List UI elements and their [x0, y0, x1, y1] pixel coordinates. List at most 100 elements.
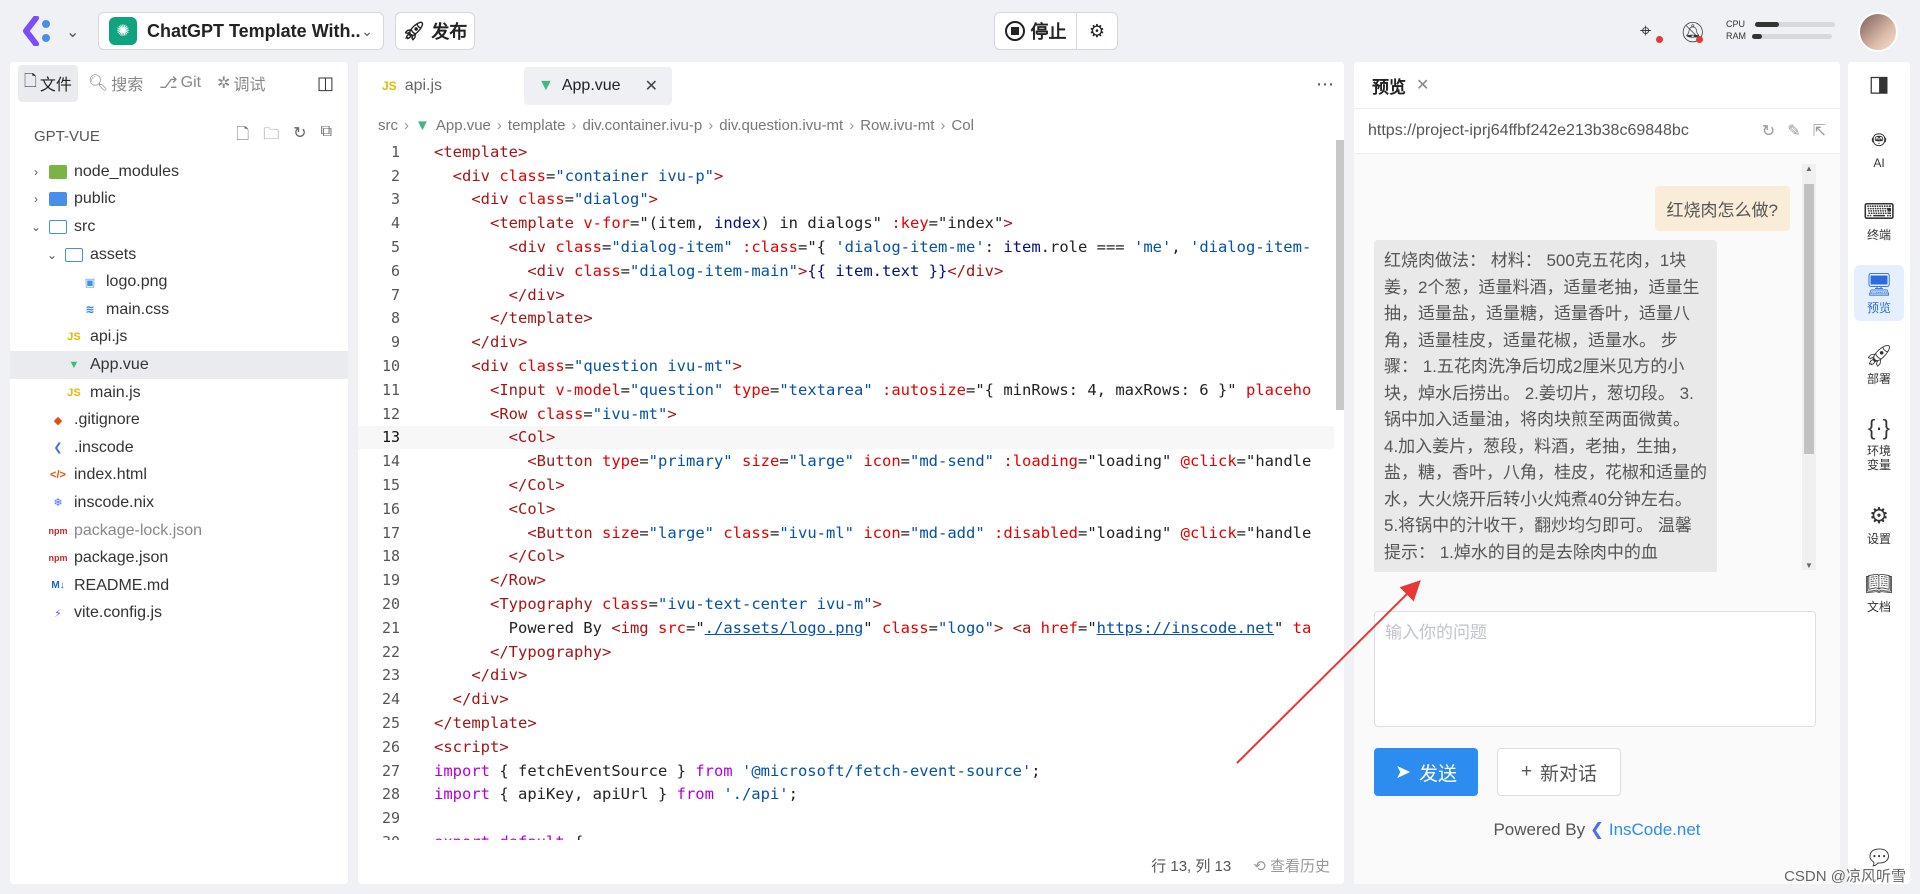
code-line[interactable]: 2 <div class="container ivu-p">	[358, 164, 1334, 188]
code-line[interactable]: 16 <Col>	[358, 497, 1334, 521]
breadcrumb-item[interactable]: src	[378, 117, 398, 134]
file-tree-item[interactable]: ◆ .gitignore	[10, 406, 348, 434]
code-line[interactable]: 30export default {	[358, 830, 1334, 840]
breadcrumb-item[interactable]: App.vue	[436, 117, 491, 134]
tab-api-js[interactable]: JS api.js	[368, 67, 516, 105]
tab-app-vue[interactable]: ▼ App.vue ✕	[524, 67, 672, 105]
new-chat-button[interactable]: + 新对话	[1497, 748, 1621, 796]
stop-button[interactable]: 停止	[995, 13, 1077, 49]
code-line[interactable]: 23 </div>	[358, 664, 1334, 688]
file-tree-item[interactable]: M↓ README.md	[10, 572, 348, 600]
file-tree-item[interactable]: npm package-lock.json	[10, 517, 348, 545]
file-tree-item[interactable]: ⌄ src	[10, 213, 348, 241]
chevron-down-icon[interactable]: ⌄	[66, 22, 79, 42]
tab-files[interactable]: 🗋︎ 文件	[18, 64, 78, 102]
editor-scrollbar[interactable]	[1336, 140, 1344, 410]
file-tree-item[interactable]: ⚡ vite.config.js	[10, 600, 348, 628]
scroll-up-icon[interactable]: ▲	[1805, 164, 1813, 173]
code-line[interactable]: 22 </Typography>	[358, 640, 1334, 664]
chevron-right-icon[interactable]: ›	[28, 165, 44, 179]
file-tree-item[interactable]: JS main.js	[10, 379, 348, 407]
code-line[interactable]: 5 <div class="dialog-item" :class="{ 'di…	[358, 235, 1334, 259]
file-tree-item[interactable]: JS api.js	[10, 324, 348, 352]
code-line[interactable]: 29	[358, 806, 1334, 830]
chevron-right-icon[interactable]: ›	[28, 192, 44, 206]
edit-icon[interactable]: ✎	[1787, 121, 1800, 141]
code-line[interactable]: 9 </div>	[358, 330, 1334, 354]
rightbar-item-settings[interactable]: ⚙ 设置	[1848, 502, 1910, 546]
refresh-icon[interactable]: ↻	[293, 123, 306, 150]
rightbar-item-preview[interactable]: 🖥︎ 预览	[1854, 265, 1904, 321]
code-line[interactable]: 12 <Row class="ivu-mt">	[358, 402, 1334, 426]
code-area[interactable]: 1 <template> 2 <div class="container ivu-p…	[358, 140, 1334, 840]
breadcrumb-item[interactable]: Col	[951, 117, 974, 134]
user-avatar[interactable]	[1858, 12, 1898, 52]
scroll-down-icon[interactable]: ▼	[1805, 561, 1813, 570]
more-icon[interactable]: ⋯	[1316, 74, 1334, 95]
new-folder-icon[interactable]: 🗀︎	[263, 123, 279, 150]
file-tree-item[interactable]: › public	[10, 186, 348, 214]
file-tree-item[interactable]: ❮ .inscode	[10, 434, 348, 462]
tab-search[interactable]: 🔍︎ 搜索	[82, 66, 149, 100]
new-file-icon[interactable]: 🗋︎	[236, 123, 249, 150]
tab-git[interactable]: ⎇ Git	[153, 68, 207, 98]
rightbar-item-terminal[interactable]: ⌨ 终端	[1848, 198, 1910, 242]
breadcrumb-item[interactable]: Row.ivu-mt	[860, 117, 934, 134]
file-tree-item[interactable]: › node_modules	[10, 158, 348, 186]
open-external-icon[interactable]: ⇱	[1813, 121, 1826, 141]
close-icon[interactable]: ✕	[645, 76, 658, 96]
code-line[interactable]: 8 </template>	[358, 307, 1334, 331]
chevron-down-icon[interactable]: ⌄	[44, 248, 60, 262]
file-tree-item[interactable]: npm package.json	[10, 544, 348, 572]
chat-scrollbar[interactable]: ▲ ▼	[1802, 164, 1816, 570]
refresh-icon[interactable]: ↻	[1762, 121, 1775, 141]
code-line[interactable]: 14 <Button type="primary" size="large" i…	[358, 449, 1334, 473]
inscode-logo-icon[interactable]	[22, 16, 54, 46]
question-input[interactable]: 输入你的问题	[1374, 611, 1816, 727]
code-line[interactable]: 10 <div class="question ivu-mt">	[358, 354, 1334, 378]
breadcrumb-item[interactable]: div.question.ivu-mt	[719, 117, 843, 134]
code-line[interactable]: 13 <Col>	[358, 425, 1334, 450]
code-line[interactable]: 7 </div>	[358, 283, 1334, 307]
code-line[interactable]: 3 <div class="dialog">	[358, 188, 1334, 212]
close-icon[interactable]: ✕	[1416, 75, 1429, 95]
rightbar-item-deploy[interactable]: 🚀︎ 部署	[1848, 342, 1910, 386]
code-line[interactable]: 6 <div class="dialog-item-main">{{ item.…	[358, 259, 1334, 283]
sidebar-toggle-icon[interactable]: ◫	[311, 68, 340, 99]
view-history-button[interactable]: ⟲ 查看历史	[1253, 855, 1330, 876]
rightbar-item-env[interactable]: {·} 环境变量	[1848, 414, 1910, 472]
send-button[interactable]: ➤ 发送	[1374, 748, 1478, 796]
code-line[interactable]: 18 </Col>	[358, 545, 1334, 569]
breadcrumb-item[interactable]: div.container.ivu-p	[582, 117, 702, 134]
publish-button[interactable]: 🚀︎ 发布	[395, 12, 475, 50]
project-selector[interactable]: ✺ ChatGPT Template With... ⌄	[98, 12, 384, 50]
run-settings-button[interactable]: ⚙	[1077, 13, 1117, 49]
chevron-down-icon[interactable]: ⌄	[28, 220, 44, 234]
rightbar-item-ai[interactable]: 🤖︎ AI	[1848, 126, 1910, 170]
code-line[interactable]: 20 <Typography class="ivu-text-center iv…	[358, 592, 1334, 616]
tab-debug[interactable]: ✲ 调试	[211, 66, 271, 100]
collapse-all-icon[interactable]: ⧉	[321, 123, 332, 150]
inscode-link[interactable]: InsCode.net	[1609, 820, 1701, 839]
code-line[interactable]: 24 </div>	[358, 687, 1334, 711]
preview-url[interactable]: https://project-iprj64ffbf242e213b38c698…	[1368, 122, 1750, 140]
code-line[interactable]: 21 Powered By <img src="./assets/logo.pn…	[358, 616, 1334, 640]
breadcrumb-item[interactable]: template	[508, 117, 566, 134]
code-line[interactable]: 1 <template>	[358, 140, 1334, 164]
code-line[interactable]: 17 <Button size="large" class="ivu-ml" i…	[358, 521, 1334, 545]
code-line[interactable]: 26 <script>	[358, 735, 1334, 759]
file-tree-item[interactable]: ⌄ assets	[10, 241, 348, 269]
file-tree-item[interactable]: ❄ inscode.nix	[10, 489, 348, 517]
file-tree-item[interactable]: ▼ App.vue	[10, 351, 348, 379]
scroll-thumb[interactable]	[1804, 184, 1814, 454]
file-tree-item[interactable]: ≋ main.css	[10, 296, 348, 324]
code-line[interactable]: 28 import { apiKey, apiUrl } from './api'…	[358, 783, 1334, 807]
toggle-panel-icon[interactable]: ◨	[1848, 70, 1910, 100]
rightbar-item-docs[interactable]: 📖︎ 文档	[1848, 570, 1910, 614]
code-line[interactable]: 25 </template>	[358, 711, 1334, 735]
code-line[interactable]: 11 <Input v-model="question" type="texta…	[358, 378, 1334, 402]
code-line[interactable]: 27 import { fetchEventSource } from '@mic…	[358, 759, 1334, 783]
code-line[interactable]: 4 <template v-for="(item, index) in dial…	[358, 211, 1334, 235]
code-line[interactable]: 19 </Row>	[358, 568, 1334, 592]
code-line[interactable]: 15 </Col>	[358, 473, 1334, 497]
